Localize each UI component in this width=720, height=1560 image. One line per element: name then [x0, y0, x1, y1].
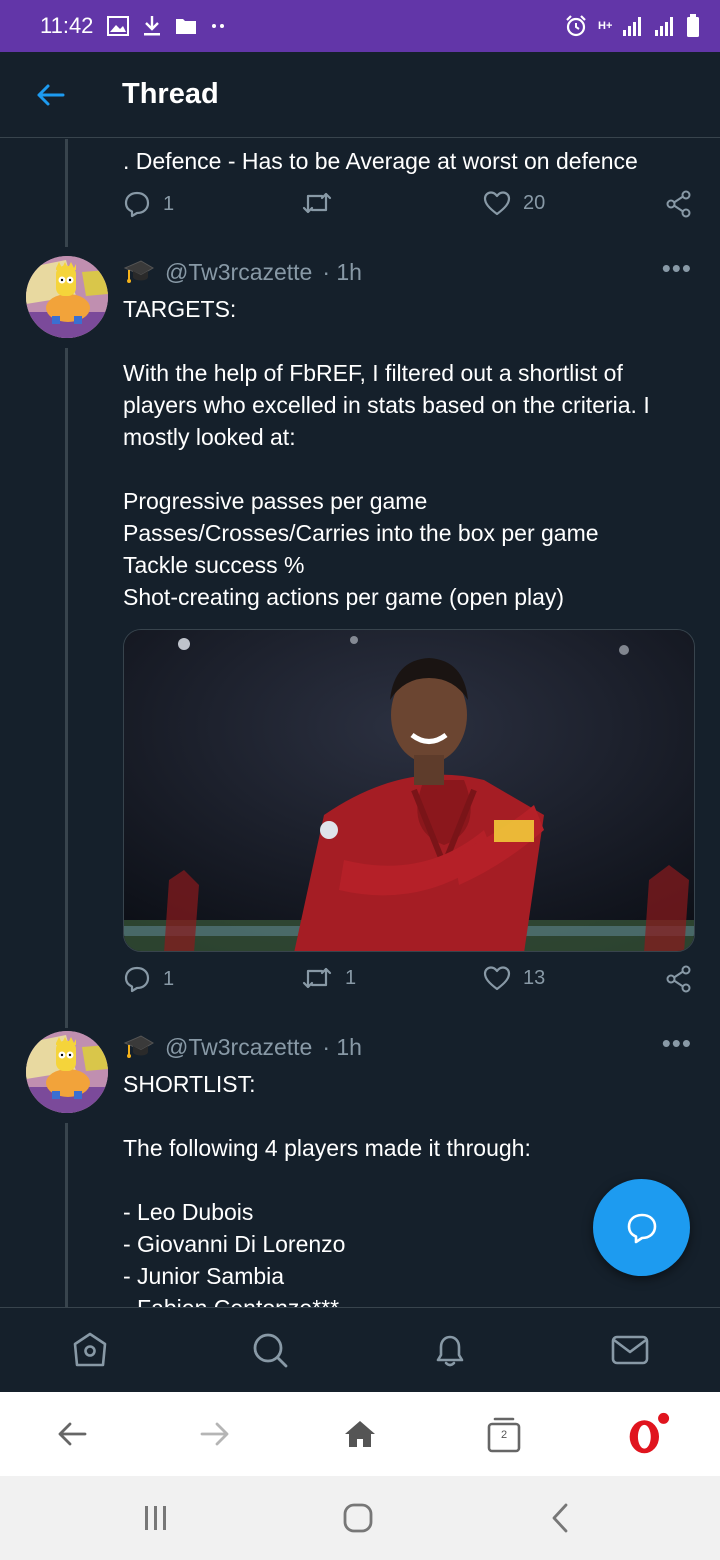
chevron-left-icon [552, 1503, 568, 1533]
tweet-time: · 1h [322, 1033, 362, 1060]
share-icon [666, 965, 691, 993]
share-icon [666, 190, 691, 218]
system-home-button[interactable] [336, 1496, 380, 1540]
search-icon [253, 1333, 288, 1368]
reply-button[interactable]: 1 [123, 965, 174, 993]
browser-home-button[interactable] [338, 1412, 382, 1456]
system-back-button[interactable] [538, 1496, 582, 1540]
tweet-meta: @Tw3rcazette · 1h [123, 258, 362, 286]
tweet-text: TARGETS: With the help of FbREF, I filte… [123, 296, 650, 610]
home-icon [345, 1421, 375, 1447]
browser-forward-button[interactable] [193, 1412, 237, 1456]
tweet-meta: @Tw3rcazette · 1h [123, 1033, 362, 1061]
mail-icon [611, 1335, 649, 1365]
tweet-media-image[interactable] [123, 629, 695, 952]
thread-connector [65, 348, 68, 1028]
compose-reply-button[interactable] [593, 1179, 690, 1276]
graduation-cap-icon [123, 260, 154, 283]
like-button[interactable]: 20 [483, 190, 545, 216]
share-button[interactable] [665, 965, 693, 993]
reply-icon [124, 966, 150, 993]
browser-tabs-button[interactable]: 2 [482, 1412, 526, 1456]
tweet-more-button[interactable]: ••• [662, 253, 692, 284]
home-circle-icon [343, 1503, 373, 1533]
home-icon [73, 1332, 107, 1367]
retweet-button[interactable] [301, 190, 345, 216]
arrow-right-icon [200, 1422, 229, 1446]
recent-apps-icon [145, 1506, 166, 1530]
tab-count: 2 [500, 1429, 508, 1441]
tab-home[interactable] [68, 1328, 112, 1372]
app-header: Thread [0, 52, 720, 138]
retweet-icon [302, 192, 332, 214]
bell-icon [436, 1335, 464, 1367]
like-count: 13 [523, 966, 546, 989]
network-type-label: H+ [598, 20, 613, 32]
reply-count: 1 [163, 967, 175, 990]
tab-notifications[interactable] [428, 1328, 472, 1372]
signal-icon-1 [622, 15, 644, 37]
signal-icon-2 [654, 15, 676, 37]
thread-timeline[interactable]: . Defence - Has to be Average at worst o… [0, 139, 720, 1307]
tab-search[interactable] [248, 1328, 292, 1372]
share-button[interactable] [665, 190, 693, 218]
reply-button[interactable]: 1 [123, 190, 174, 218]
arrow-left-icon [37, 84, 65, 105]
more-notifications-icon [211, 23, 225, 29]
like-button[interactable]: 13 [483, 965, 545, 991]
tweet-more-button[interactable]: ••• [662, 1028, 692, 1059]
thread-connector [65, 139, 68, 247]
status-bar: 11:42 H+ [0, 0, 720, 52]
tweet-handle[interactable]: @Tw3rcazette [165, 259, 312, 286]
thread-connector [65, 1123, 68, 1307]
recent-apps-button[interactable] [134, 1496, 178, 1540]
browser-toolbar: 2 [0, 1392, 720, 1476]
back-button[interactable] [20, 65, 80, 125]
reply-icon [124, 191, 150, 218]
gallery-notification-icon [107, 16, 130, 36]
retweet-icon [302, 967, 332, 989]
download-notification-icon [143, 15, 161, 37]
folder-notification-icon [175, 17, 197, 35]
status-time: 11:42 [40, 13, 94, 38]
compose-reply-icon [627, 1213, 656, 1243]
like-count: 20 [523, 191, 546, 214]
retweet-count: 1 [345, 966, 357, 989]
page-title: Thread [122, 78, 219, 110]
tweet-text: SHORTLIST: The following 4 players made … [123, 1071, 531, 1307]
browser-back-button[interactable] [50, 1412, 94, 1456]
opera-logo-icon [629, 1412, 670, 1454]
heart-icon [483, 191, 511, 216]
battery-icon [686, 14, 700, 38]
tweet-actions: 1 20 [123, 190, 695, 230]
tweet-actions: 1 1 13 [123, 965, 695, 1005]
retweet-button[interactable]: 1 [301, 965, 356, 991]
tweet-time: · 1h [322, 258, 362, 285]
avatar[interactable] [26, 256, 108, 338]
reply-count: 1 [163, 192, 175, 215]
bottom-tab-bar [0, 1307, 720, 1392]
alarm-icon [564, 14, 588, 38]
tab-messages[interactable] [608, 1328, 652, 1372]
heart-icon [483, 966, 511, 991]
opera-menu-button[interactable] [626, 1412, 670, 1456]
graduation-cap-icon [123, 1035, 154, 1058]
arrow-left-icon [58, 1422, 87, 1446]
tweet-text: . Defence - Has to be Average at worst o… [123, 148, 638, 174]
avatar[interactable] [26, 1031, 108, 1113]
system-nav-bar [0, 1476, 720, 1560]
tweet-handle[interactable]: @Tw3rcazette [165, 1034, 312, 1061]
